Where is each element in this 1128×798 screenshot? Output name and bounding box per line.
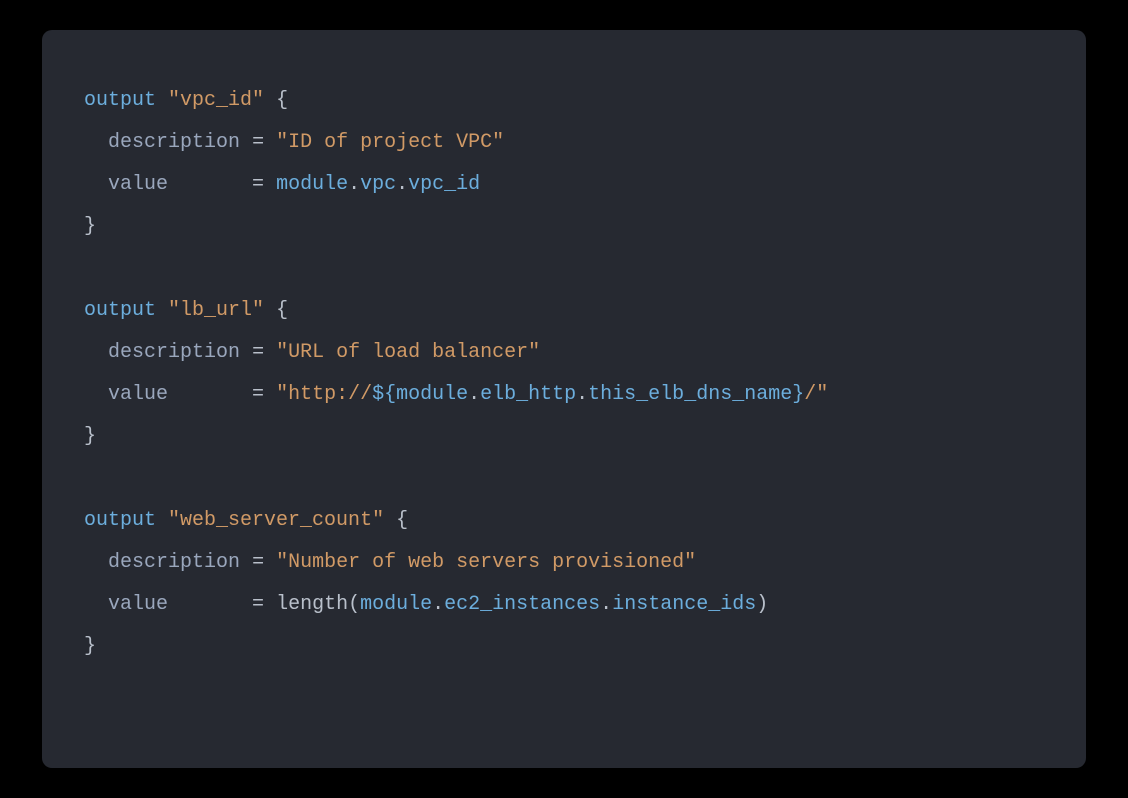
token: this_elb_dns_name (588, 383, 792, 406)
code-content: output "vpc_id" { description = "ID of p… (84, 80, 1044, 668)
token: vpc (360, 173, 396, 196)
token: . (348, 173, 360, 196)
token: "http:// (276, 383, 372, 406)
token: module (396, 383, 468, 406)
attr-description: description (108, 341, 240, 364)
output-name: "vpc_id" (168, 89, 264, 112)
token: /" (804, 383, 828, 406)
token: ) (756, 593, 768, 616)
equals: = (252, 551, 264, 574)
token: ( (348, 593, 360, 616)
description-value: "ID of project VPC" (276, 131, 504, 154)
token: } (792, 383, 804, 406)
token: vpc_id (408, 173, 480, 196)
equals: = (252, 131, 264, 154)
keyword-output: output (84, 89, 156, 112)
brace-open: { (276, 89, 288, 112)
attr-description: description (108, 551, 240, 574)
equals: = (252, 173, 264, 196)
token: . (432, 593, 444, 616)
token: . (576, 383, 588, 406)
keyword-output: output (84, 299, 156, 322)
output-name: "web_server_count" (168, 509, 384, 532)
token: instance_ids (612, 593, 756, 616)
equals: = (252, 341, 264, 364)
equals: = (252, 593, 264, 616)
value-expr: module.vpc.vpc_id (276, 173, 480, 196)
brace-close: } (84, 425, 96, 448)
keyword-output: output (84, 509, 156, 532)
output-name: "lb_url" (168, 299, 264, 322)
brace-open: { (276, 299, 288, 322)
attr-description: description (108, 131, 240, 154)
token: ec2_instances (444, 593, 600, 616)
description-value: "URL of load balancer" (276, 341, 540, 364)
attr-value: value (108, 593, 168, 616)
token: elb_http (480, 383, 576, 406)
equals: = (252, 383, 264, 406)
brace-close: } (84, 635, 96, 658)
token: module (276, 173, 348, 196)
attr-value: value (108, 383, 168, 406)
brace-open: { (396, 509, 408, 532)
attr-value: value (108, 173, 168, 196)
code-window: output "vpc_id" { description = "ID of p… (42, 30, 1086, 768)
value-expr: length(module.ec2_instances.instance_ids… (276, 593, 768, 616)
token: . (396, 173, 408, 196)
description-value: "Number of web servers provisioned" (276, 551, 696, 574)
token: . (600, 593, 612, 616)
token: ${ (372, 383, 396, 406)
value-expr: "http://${module.elb_http.this_elb_dns_n… (276, 383, 828, 406)
brace-close: } (84, 215, 96, 238)
token: . (468, 383, 480, 406)
token: length (276, 593, 348, 616)
token: module (360, 593, 432, 616)
